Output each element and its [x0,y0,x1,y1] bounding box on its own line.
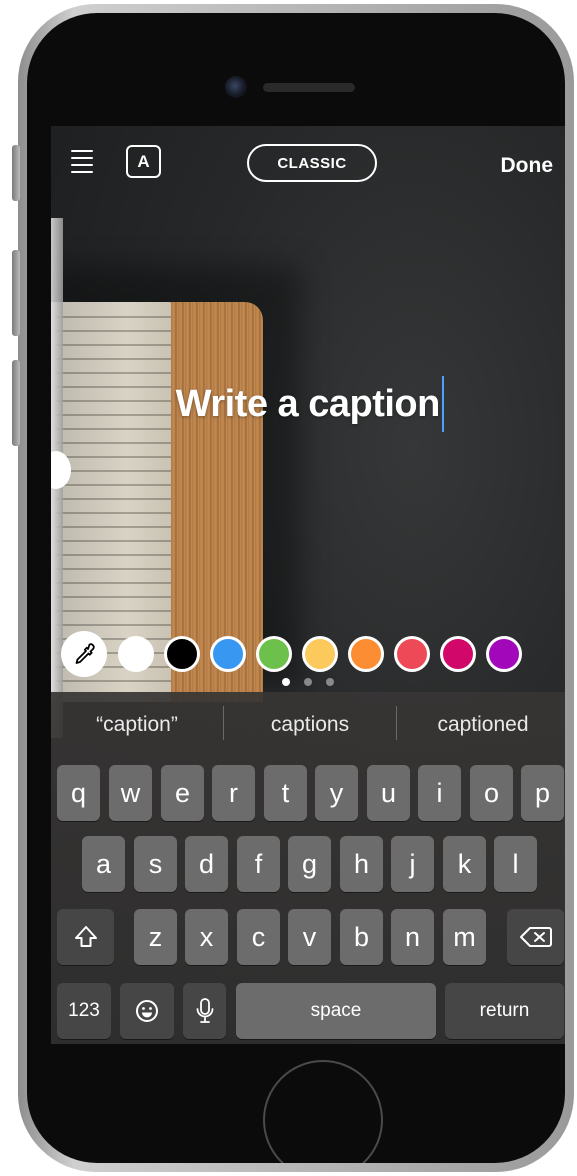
key-b[interactable]: b [340,909,383,965]
key-z[interactable]: z [134,909,177,965]
volume-down-button[interactable] [12,360,20,446]
align-icon-line [71,171,93,174]
color-swatch-white[interactable] [118,636,154,672]
align-icon-line [71,164,93,167]
color-palette [61,631,561,677]
key-m[interactable]: m [443,909,486,965]
text-align-button[interactable] [69,148,99,174]
delete-key[interactable] [507,909,564,965]
phone-body: A CLASSIC Done Write a caption “caption”… [27,13,565,1163]
earpiece-speaker [263,83,355,92]
key-l[interactable]: l [494,836,537,892]
shift-icon [74,926,97,947]
palette-page-indicator[interactable] [282,678,342,688]
suggestion-1[interactable]: “caption” [51,692,223,758]
key-q[interactable]: q [57,765,100,821]
key-p[interactable]: p [521,765,564,821]
color-swatch-orange[interactable] [348,636,384,672]
key-v[interactable]: v [288,909,331,965]
text-style-button[interactable]: CLASSIC [247,144,377,182]
key-s[interactable]: s [134,836,177,892]
mute-switch[interactable] [12,145,20,201]
volume-up-button[interactable] [12,250,20,336]
key-x[interactable]: x [185,909,228,965]
done-button[interactable]: Done [501,154,554,178]
key-n[interactable]: n [391,909,434,965]
backspace-icon [519,927,552,947]
home-button[interactable] [263,1060,383,1163]
emoji-key[interactable] [120,983,174,1039]
key-i[interactable]: i [418,765,461,821]
space-key[interactable]: space [236,983,436,1039]
key-y[interactable]: y [315,765,358,821]
caption-area[interactable]: Write a caption [51,376,565,432]
numbers-key[interactable]: 123 [57,983,111,1039]
caption-text[interactable]: Write a caption [176,383,441,426]
key-r[interactable]: r [212,765,255,821]
eyedropper-icon [75,643,95,664]
key-c[interactable]: c [237,909,280,965]
color-swatch-magenta[interactable] [440,636,476,672]
color-swatch-purple[interactable] [486,636,522,672]
dictation-key[interactable] [183,983,226,1039]
emoji-icon [136,1000,158,1022]
return-key[interactable]: return [445,983,564,1039]
keyboard: “caption” captions captioned q w e r t y… [51,692,565,1044]
story-text-editor-screen: A CLASSIC Done Write a caption “caption”… [51,126,565,1044]
key-w[interactable]: w [109,765,152,821]
color-swatch-green[interactable] [256,636,292,672]
shift-key[interactable] [57,909,114,965]
suggestion-2[interactable]: captions [224,692,396,758]
key-j[interactable]: j [391,836,434,892]
front-camera-icon [225,76,247,98]
eyedropper-button[interactable] [61,631,107,677]
key-f[interactable]: f [237,836,280,892]
key-d[interactable]: d [185,836,228,892]
key-t[interactable]: t [264,765,307,821]
page-dot [282,678,290,686]
text-cursor [441,376,445,432]
editor-top-bar: A CLASSIC Done [51,126,565,206]
color-swatch-black[interactable] [164,636,200,672]
key-k[interactable]: k [443,836,486,892]
suggestion-3[interactable]: captioned [397,692,565,758]
page-dot [304,678,312,686]
key-a[interactable]: a [82,836,125,892]
key-o[interactable]: o [470,765,513,821]
page-dot [326,678,334,686]
key-g[interactable]: g [288,836,331,892]
key-u[interactable]: u [367,765,410,821]
align-icon-line [71,150,93,153]
microphone-icon [196,998,213,1023]
color-swatch-red[interactable] [394,636,430,672]
color-swatch-blue[interactable] [210,636,246,672]
suggestion-bar: “caption” captions captioned [51,692,565,758]
key-h[interactable]: h [340,836,383,892]
text-background-toggle-button[interactable]: A [126,145,161,178]
color-swatch-yellow[interactable] [302,636,338,672]
align-icon-line [71,157,93,160]
key-e[interactable]: e [161,765,204,821]
phone-frame: A CLASSIC Done Write a caption “caption”… [18,4,574,1172]
